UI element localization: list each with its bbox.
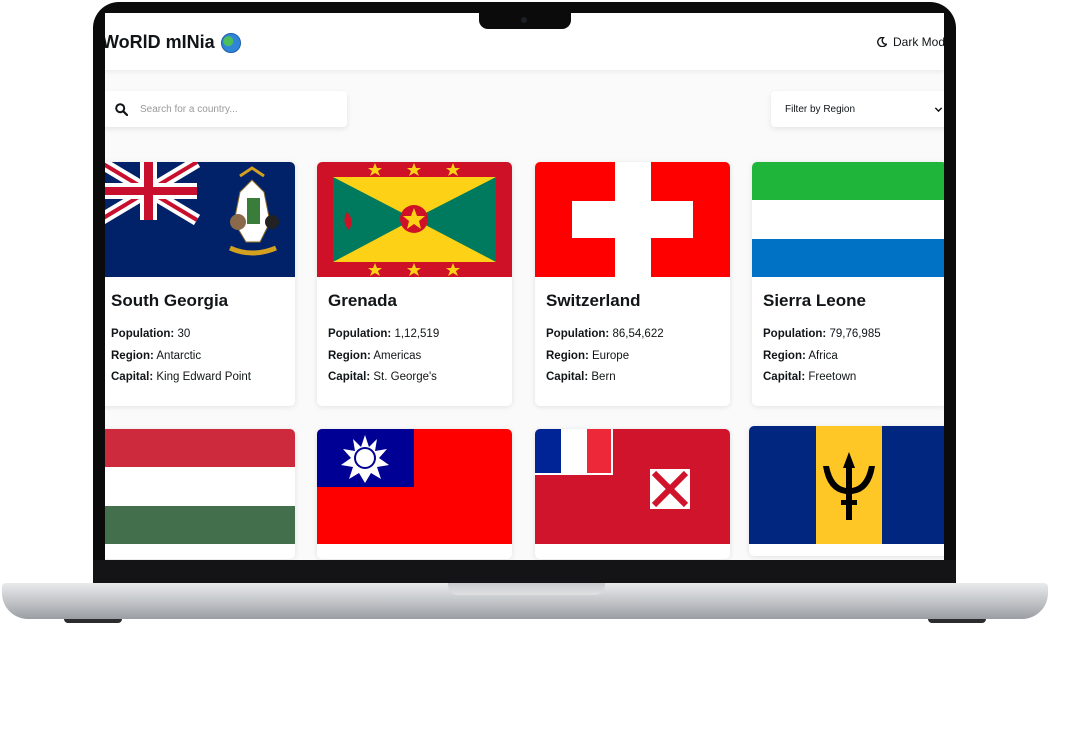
card-body: South Georgia Population: 30 Region: Ant…	[105, 277, 295, 389]
region-label: Region:	[328, 349, 371, 362]
camera-notch	[479, 12, 571, 29]
country-card-switzerland[interactable]: Switzerland Population: 86,54,622 Region…	[535, 162, 730, 406]
country-name: South Georgia	[111, 291, 229, 310]
capital-label: Capital:	[328, 371, 371, 383]
flag-hungary	[105, 429, 295, 544]
capital-line: Capital: Bern	[546, 367, 718, 389]
search-box[interactable]	[105, 91, 347, 127]
country-card-wallis-futuna[interactable]	[535, 429, 730, 559]
capital-value: King Edward Point	[156, 371, 251, 383]
moon-icon	[877, 37, 887, 47]
capital-label: Capital:	[111, 371, 154, 383]
flag-barbados	[749, 426, 944, 544]
capital-line: Capital: Freetown	[763, 367, 935, 389]
flag-grenada	[317, 162, 512, 277]
population-value: 1,12,519	[394, 328, 440, 340]
chevron-down-icon	[934, 106, 943, 112]
country-card-south-georgia[interactable]: South Georgia Population: 30 Region: Ant…	[105, 162, 295, 406]
dark-mode-toggle[interactable]: Dark Mode	[877, 35, 944, 49]
region-label: Region:	[546, 349, 589, 362]
app-logo[interactable]: WoRlD mINia	[105, 32, 241, 53]
search-icon	[115, 102, 128, 116]
dark-mode-label: Dark Mode	[893, 35, 944, 49]
population-value: 79,76,985	[829, 328, 881, 340]
country-name: Grenada	[328, 291, 397, 310]
flag-wallis-futuna	[535, 429, 730, 544]
region-label: Region:	[763, 349, 806, 362]
card-body: Switzerland Population: 86,54,622 Region…	[535, 277, 730, 389]
population-value: 86,54,622	[612, 328, 664, 340]
flag-taiwan	[317, 429, 512, 544]
laptop-base	[2, 583, 1048, 619]
app-screen: WoRlD mINia Dark Mode Filter by Region	[105, 13, 944, 560]
region-filter-select[interactable]: Filter by Region	[771, 91, 944, 127]
flag-sierra-leone	[752, 162, 944, 277]
region-label: Region:	[111, 349, 154, 362]
filter-label: Filter by Region	[785, 103, 856, 115]
country-name: Switzerland	[546, 291, 641, 310]
country-card-hungary[interactable]	[105, 429, 295, 559]
population-line: Population: 86,54,622	[546, 324, 718, 346]
capital-line: Capital: King Edward Point	[111, 367, 283, 389]
country-card-sierra-leone[interactable]: Sierra Leone Population: 79,76,985 Regio…	[752, 162, 944, 406]
card-body: Sierra Leone Population: 79,76,985 Regio…	[752, 277, 944, 389]
population-line: Population: 79,76,985	[763, 324, 935, 346]
region-value: Europe	[592, 349, 630, 362]
population-label: Population:	[546, 328, 610, 340]
population-label: Population:	[763, 328, 827, 340]
search-input[interactable]	[138, 102, 332, 116]
country-card-grenada[interactable]: Grenada Population: 1,12,519 Region: Ame…	[317, 162, 512, 406]
region-value: Antarctic	[156, 349, 202, 362]
card-body: Grenada Population: 1,12,519 Region: Ame…	[317, 277, 512, 389]
region-value: Africa	[808, 349, 838, 362]
population-line: Population: 30	[111, 324, 283, 346]
region-value: Americas	[373, 349, 422, 362]
camera-icon	[521, 17, 527, 23]
country-card-barbados[interactable]	[749, 426, 944, 556]
capital-label: Capital:	[763, 371, 806, 383]
region-line: Region: Europe	[546, 346, 718, 368]
capital-label: Capital:	[546, 371, 589, 383]
capital-value: Bern	[591, 371, 616, 383]
capital-line: Capital: St. George's	[328, 367, 500, 389]
logo-text: WoRlD mINia	[105, 32, 215, 52]
capital-value: St. George's	[373, 371, 437, 383]
region-line: Region: Americas	[328, 346, 500, 368]
country-name: Sierra Leone	[763, 291, 866, 310]
region-line: Region: Antarctic	[111, 346, 283, 368]
globe-icon	[220, 32, 241, 53]
country-card-taiwan[interactable]	[317, 429, 512, 559]
flag-switzerland	[535, 162, 730, 277]
population-value: 30	[177, 328, 191, 340]
population-label: Population:	[328, 328, 392, 340]
region-line: Region: Africa	[763, 346, 935, 368]
capital-value: Freetown	[808, 371, 857, 383]
flag-south-georgia	[105, 162, 295, 277]
population-label: Population:	[111, 328, 175, 340]
laptop-groove	[448, 583, 605, 595]
laptop-chin	[93, 560, 956, 584]
population-line: Population: 1,12,519	[328, 324, 500, 346]
